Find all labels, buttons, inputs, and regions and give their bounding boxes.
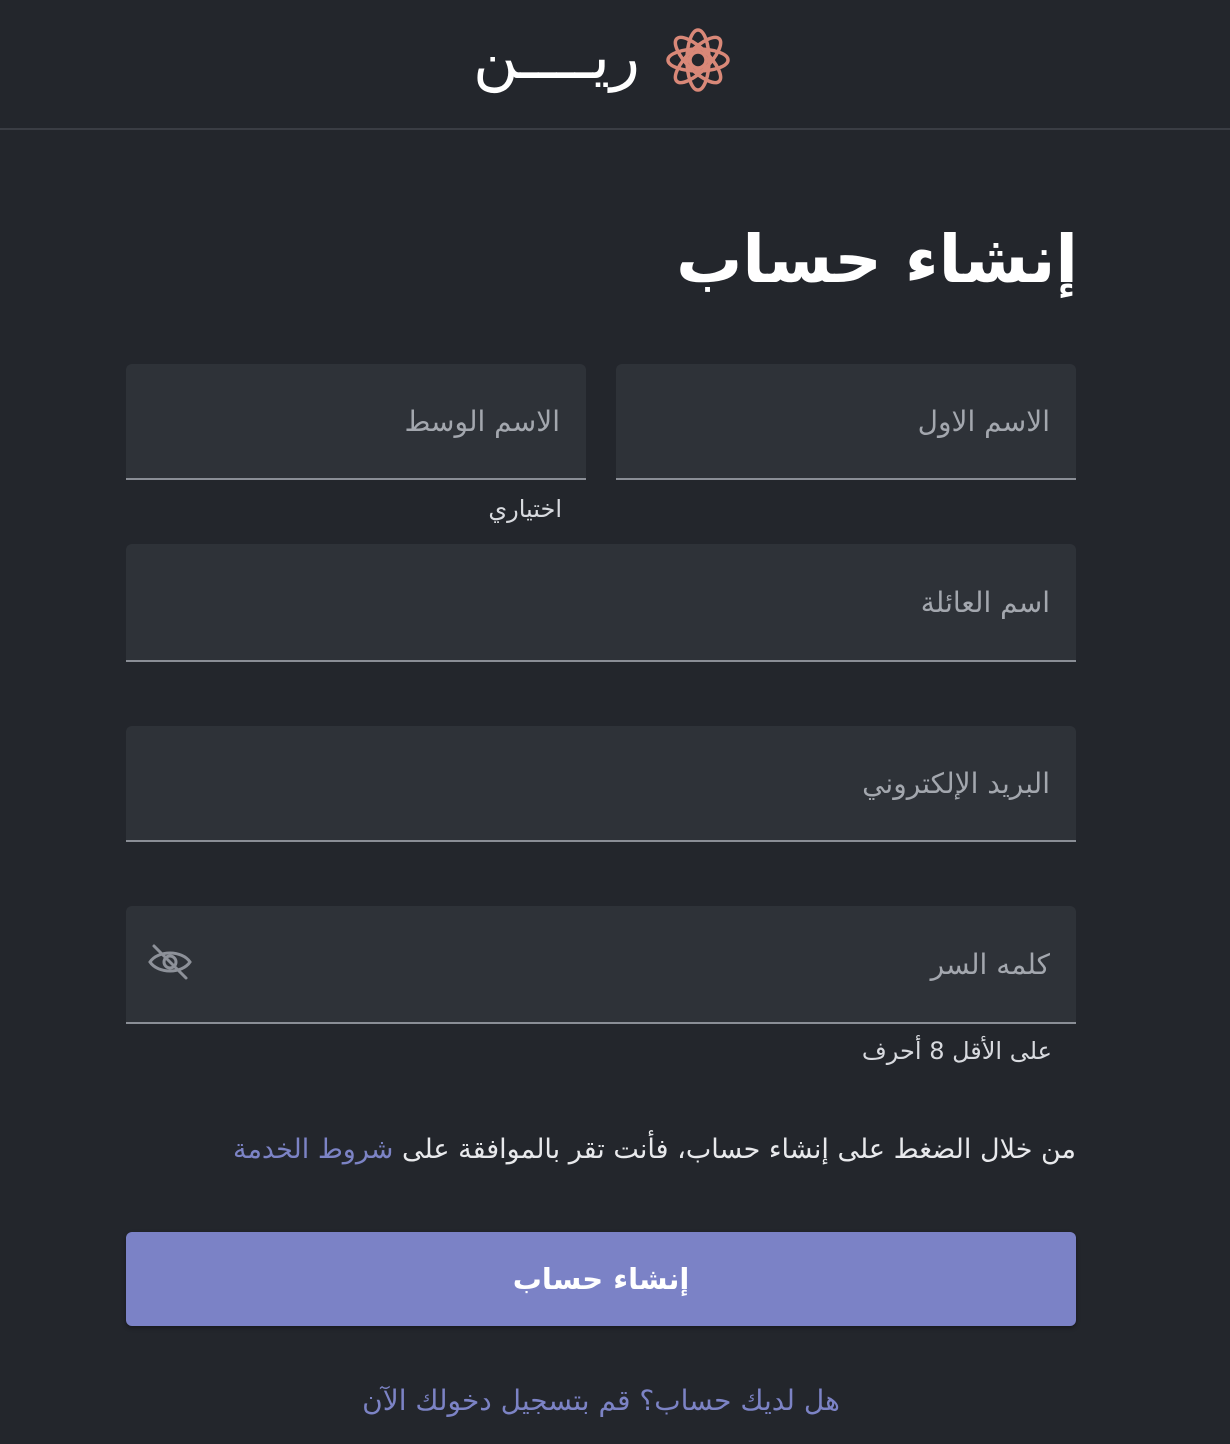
terms-text: من خلال الضغط على إنشاء حساب، فأنت تقر ب… <box>126 1128 1076 1172</box>
app-header: ريــــن <box>0 0 1230 130</box>
brand-name: ريــــن <box>472 20 640 93</box>
password-helper: على الأقل 8 أحرف <box>861 1037 1052 1065</box>
email-field[interactable] <box>126 726 1076 842</box>
middle-name-input[interactable] <box>126 364 586 478</box>
flower-logo-icon <box>666 28 730 92</box>
password-input[interactable] <box>126 906 1076 1022</box>
last-name-input[interactable] <box>126 544 1076 660</box>
page-title: إنشاء حساب <box>676 221 1078 298</box>
terms-prefix: من خلال الضغط على إنشاء حساب، فأنت تقر ب… <box>393 1134 1076 1165</box>
create-account-button[interactable]: إنشاء حساب <box>126 1232 1076 1326</box>
last-name-field[interactable] <box>126 544 1076 662</box>
eye-off-icon[interactable] <box>146 942 194 982</box>
email-input[interactable] <box>126 726 1076 840</box>
middle-name-helper: اختياري <box>488 495 562 523</box>
middle-name-field[interactable] <box>126 364 586 480</box>
first-name-input[interactable] <box>616 364 1076 478</box>
login-link[interactable]: هل لديك حساب؟ قم بتسجيل دخولك الآن <box>126 1378 1076 1424</box>
password-field[interactable] <box>126 906 1076 1024</box>
terms-link[interactable]: شروط الخدمة <box>233 1134 393 1165</box>
first-name-field[interactable] <box>616 364 1076 480</box>
